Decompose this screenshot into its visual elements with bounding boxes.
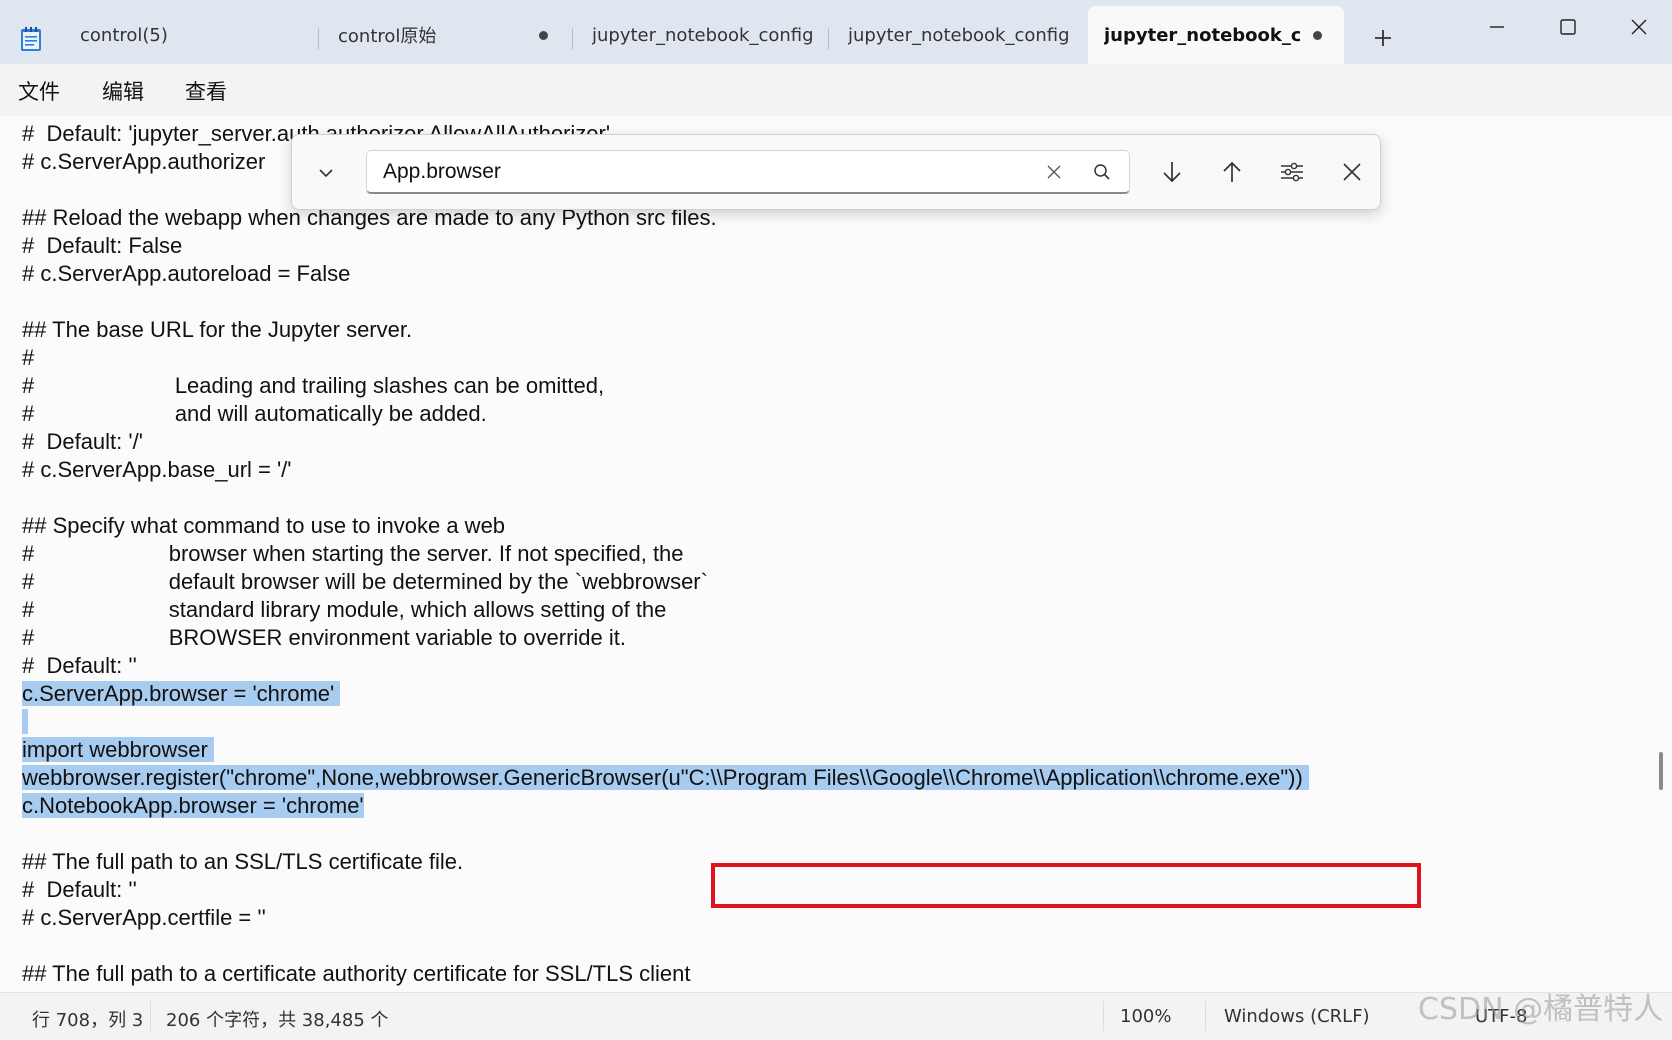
toggle-replace-button[interactable] bbox=[306, 153, 346, 193]
close-icon bbox=[1631, 19, 1647, 35]
editor-line: # c.ServerApp.authorizer bbox=[22, 149, 266, 174]
editor-line: ## The base URL for the Jupyter server. bbox=[22, 317, 413, 342]
editor-line: # BROWSER environment variable to overri… bbox=[22, 625, 626, 650]
arrow-up-icon bbox=[1223, 161, 1241, 182]
find-bar bbox=[291, 134, 1381, 210]
chevron-down-icon bbox=[319, 169, 333, 178]
search-icon bbox=[1094, 164, 1110, 180]
tab-label: jupyter_notebook_con bbox=[1104, 24, 1300, 46]
plus-icon bbox=[1375, 30, 1391, 46]
selected-text: import webbrowser bbox=[22, 737, 214, 762]
tab-separator bbox=[572, 28, 573, 50]
tab-label: jupyter_notebook_config bbox=[592, 24, 814, 46]
editor-line bbox=[22, 708, 29, 736]
editor-line: # Default: '' bbox=[22, 877, 137, 902]
editor-line: # Default: False bbox=[22, 233, 183, 258]
editor-line: ## The full path to a certificate author… bbox=[22, 961, 691, 986]
editor-line: # browser when starting the server. If n… bbox=[22, 541, 684, 566]
close-icon bbox=[1343, 163, 1361, 181]
find-input-box bbox=[366, 150, 1130, 194]
editor-line: webbrowser.register("chrome",None,webbro… bbox=[22, 764, 1309, 792]
find-previous-button[interactable] bbox=[1212, 152, 1252, 192]
find-options-button[interactable] bbox=[1272, 152, 1312, 192]
title-bar: control(5) control原始 jupyter_notebook_co… bbox=[0, 0, 1672, 64]
find-input[interactable] bbox=[381, 157, 985, 187]
maximize-button[interactable] bbox=[1545, 10, 1591, 44]
editor-line: # c.ServerApp.autoreload = False bbox=[22, 261, 351, 286]
tab-jupyter-config-active[interactable]: jupyter_notebook_con bbox=[1088, 6, 1344, 64]
status-separator bbox=[150, 1001, 151, 1031]
editor-line: c.ServerApp.browser = 'chrome' bbox=[22, 680, 341, 708]
unsaved-dot-icon bbox=[539, 31, 548, 40]
selected-text: c.ServerApp.browser = 'chrome' bbox=[22, 681, 341, 706]
editor-line: c.NotebookApp.browser = 'chrome' bbox=[22, 792, 364, 820]
annotation-highlight-box bbox=[711, 863, 1421, 908]
menu-view[interactable]: 查看 bbox=[185, 76, 227, 106]
vertical-scrollbar-thumb[interactable] bbox=[1659, 752, 1663, 790]
tab-label: control(5) bbox=[80, 24, 168, 46]
menu-edit[interactable]: 编辑 bbox=[102, 76, 144, 106]
arrow-down-icon bbox=[1163, 162, 1181, 183]
search-button[interactable] bbox=[1087, 157, 1117, 187]
new-tab-button[interactable] bbox=[1367, 22, 1399, 54]
text-editor[interactable]: # Default: 'jupyter_server.auth.authoriz… bbox=[0, 116, 1672, 992]
editor-line: # Default: '/' bbox=[22, 429, 143, 454]
close-find-button[interactable] bbox=[1332, 152, 1372, 192]
cursor-position: 行 708，列 33 bbox=[32, 1010, 142, 1031]
editor-line: # bbox=[22, 345, 35, 370]
editor-line: import webbrowser bbox=[22, 736, 214, 764]
unsaved-dot-icon bbox=[1313, 31, 1322, 40]
menu-file[interactable]: 文件 bbox=[18, 76, 60, 106]
tab-label: control原始 bbox=[338, 26, 437, 47]
watermark: CSDN @橘普特人 bbox=[1418, 992, 1664, 1027]
tab-control-original[interactable]: control原始 bbox=[320, 6, 570, 64]
editor-line: ## Specify what command to use to invoke… bbox=[22, 513, 506, 538]
options-sliders-icon bbox=[1281, 162, 1303, 182]
editor-line: # default browser will be determined by … bbox=[22, 569, 708, 594]
line-ending[interactable]: Windows (CRLF) bbox=[1224, 1006, 1370, 1027]
tab-separator bbox=[318, 28, 319, 50]
zoom-level[interactable]: 100% bbox=[1120, 1006, 1171, 1027]
notepad-icon bbox=[21, 27, 41, 51]
selected-text bbox=[22, 709, 29, 734]
selected-text: c.NotebookApp.browser = 'chrome' bbox=[22, 793, 364, 818]
tab-jupyter-config-2[interactable]: jupyter_notebook_config bbox=[830, 6, 1082, 64]
status-separator bbox=[1205, 1001, 1206, 1031]
editor-line: # c.ServerApp.certfile = '' bbox=[22, 905, 266, 930]
editor-line: # and will automatically be added. bbox=[22, 401, 487, 426]
editor-line: # Leading and trailing slashes can be om… bbox=[22, 373, 605, 398]
selection-info: 206 个字符，共 38,485 个 bbox=[166, 1010, 389, 1031]
minimize-button[interactable] bbox=[1474, 10, 1520, 44]
tab-label: jupyter_notebook_config bbox=[848, 24, 1070, 46]
tab-separator bbox=[828, 28, 829, 50]
minimize-icon bbox=[1490, 26, 1504, 28]
clear-search-button[interactable] bbox=[1039, 157, 1069, 187]
editor-line: # c.ServerApp.base_url = '/' bbox=[22, 457, 292, 482]
menu-bar: 文件 编辑 查看 bbox=[0, 64, 1672, 165]
clear-icon bbox=[1047, 165, 1061, 179]
selected-text: webbrowser.register("chrome",None,webbro… bbox=[22, 765, 1309, 790]
status-separator bbox=[1103, 1001, 1104, 1031]
maximize-icon bbox=[1560, 19, 1576, 35]
editor-line: ## The full path to an SSL/TLS certifica… bbox=[22, 849, 464, 874]
editor-line: # Default: '' bbox=[22, 653, 137, 678]
editor-line: # standard library module, which allows … bbox=[22, 597, 667, 622]
close-window-button[interactable] bbox=[1616, 10, 1662, 44]
find-next-button[interactable] bbox=[1152, 152, 1192, 192]
tab-control5[interactable]: control(5) bbox=[60, 6, 318, 64]
tab-jupyter-config-1[interactable]: jupyter_notebook_config bbox=[574, 6, 826, 64]
